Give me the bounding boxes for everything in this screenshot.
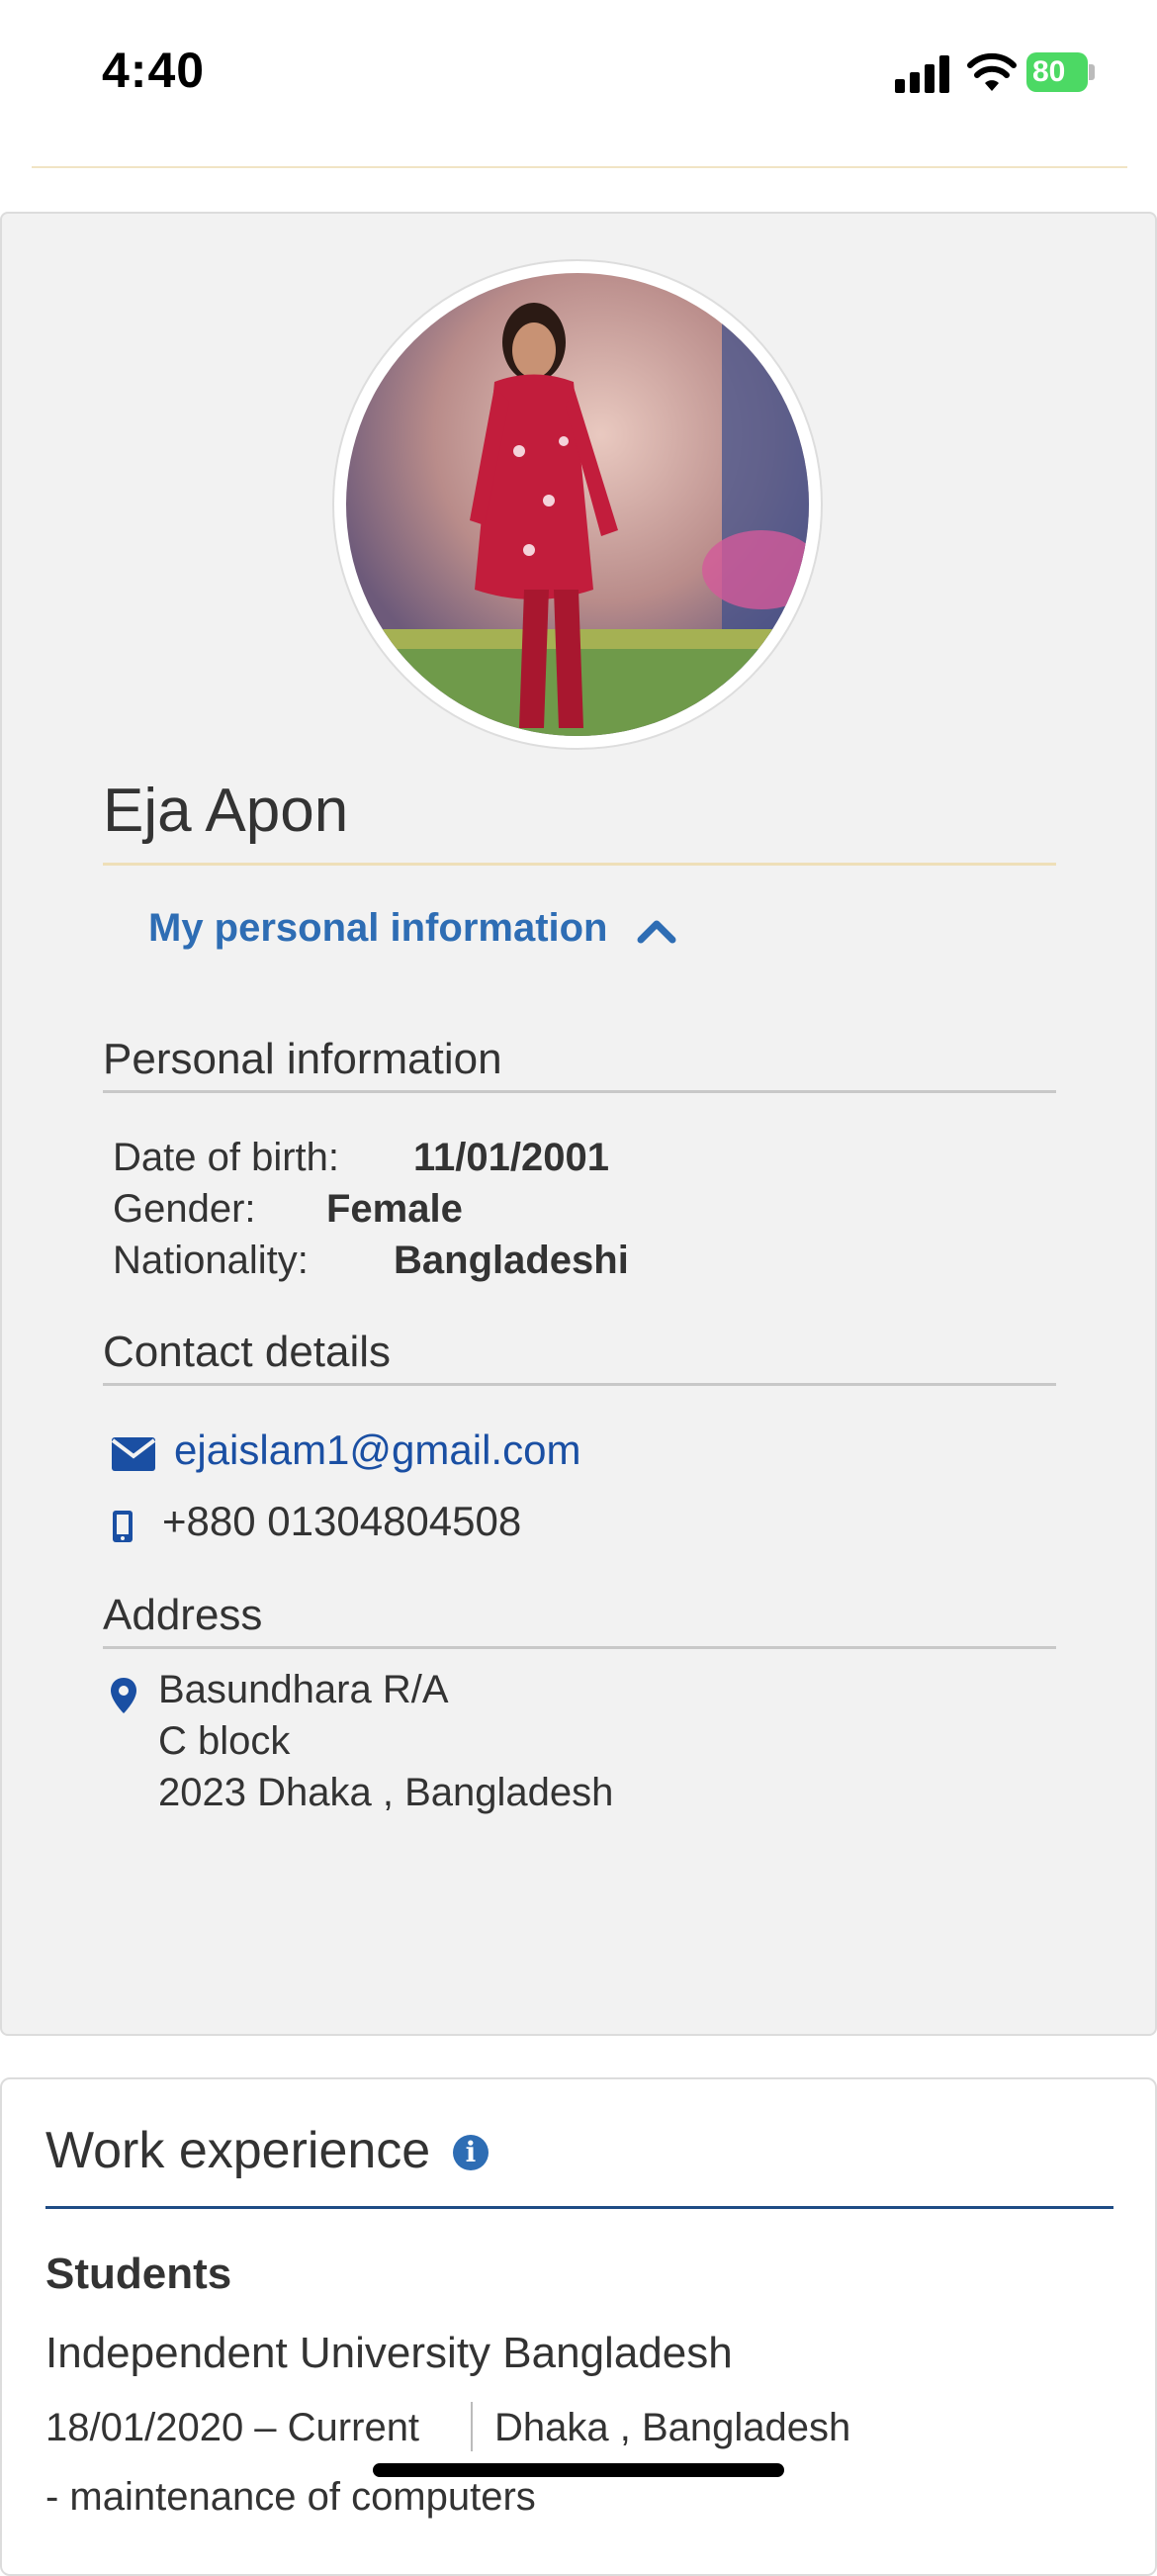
job-dates: 18/01/2020 – Current <box>45 2406 420 2449</box>
address-line-3: 2023 Dhaka , Bangladesh <box>158 1771 614 1814</box>
contact-details-title: Contact details <box>103 1328 392 1376</box>
address-line-1: Basundhara R/A <box>158 1668 449 1711</box>
dob-label: Date of birth: <box>113 1136 340 1179</box>
work-experience-card: Work experience i Students Independent U… <box>0 2077 1157 2576</box>
employer-name: Independent University Bangladesh <box>45 2329 733 2377</box>
nationality-value: Bangladeshi <box>394 1239 629 1282</box>
avatar[interactable] <box>346 273 809 736</box>
profile-photo <box>346 273 809 736</box>
profile-name: Eja Apon <box>103 777 349 845</box>
address-line-2: C block <box>158 1719 291 1763</box>
gender-value: Female <box>326 1187 463 1231</box>
wifi-icon <box>967 52 1017 91</box>
chevron-up-icon[interactable] <box>635 914 678 944</box>
personal-info-toggle[interactable]: My personal information <box>148 906 608 951</box>
nationality-label: Nationality: <box>113 1239 309 1282</box>
job-meta-separator <box>471 2402 473 2451</box>
envelope-icon <box>111 1437 156 1471</box>
battery-level: 80 <box>1026 52 1088 92</box>
work-experience-title: Work experience <box>45 2122 431 2179</box>
mobile-phone-icon <box>113 1511 133 1542</box>
status-time: 4:40 <box>102 43 206 98</box>
gender-label: Gender: <box>113 1187 256 1231</box>
work-experience-divider <box>45 2206 1113 2209</box>
info-icon[interactable]: i <box>453 2135 489 2170</box>
dob-value: 11/01/2001 <box>413 1136 609 1179</box>
phone-number[interactable]: +880 01304804508 <box>162 1498 521 1545</box>
header-divider <box>32 166 1127 168</box>
battery-icon: 80 <box>1026 52 1095 92</box>
home-indicator[interactable] <box>373 2463 784 2477</box>
status-bar: 4:40 80 <box>0 0 1157 148</box>
job-title: Students <box>45 2250 232 2298</box>
name-divider <box>103 863 1056 866</box>
job-location: Dhaka , Bangladesh <box>494 2406 851 2449</box>
address-divider <box>103 1646 1056 1649</box>
email-link[interactable]: ejaislam1@gmail.com <box>174 1426 580 1474</box>
job-description: - maintenance of computers <box>45 2475 536 2519</box>
address-title: Address <box>103 1591 263 1639</box>
cellular-signal-icon <box>895 53 954 93</box>
avatar-frame <box>332 259 823 750</box>
contact-details-divider <box>103 1383 1056 1386</box>
personal-info-title: Personal information <box>103 1035 502 1083</box>
personal-info-divider <box>103 1090 1056 1093</box>
map-pin-icon <box>111 1678 136 1713</box>
profile-card: Eja Apon My personal information Persona… <box>0 212 1157 2036</box>
